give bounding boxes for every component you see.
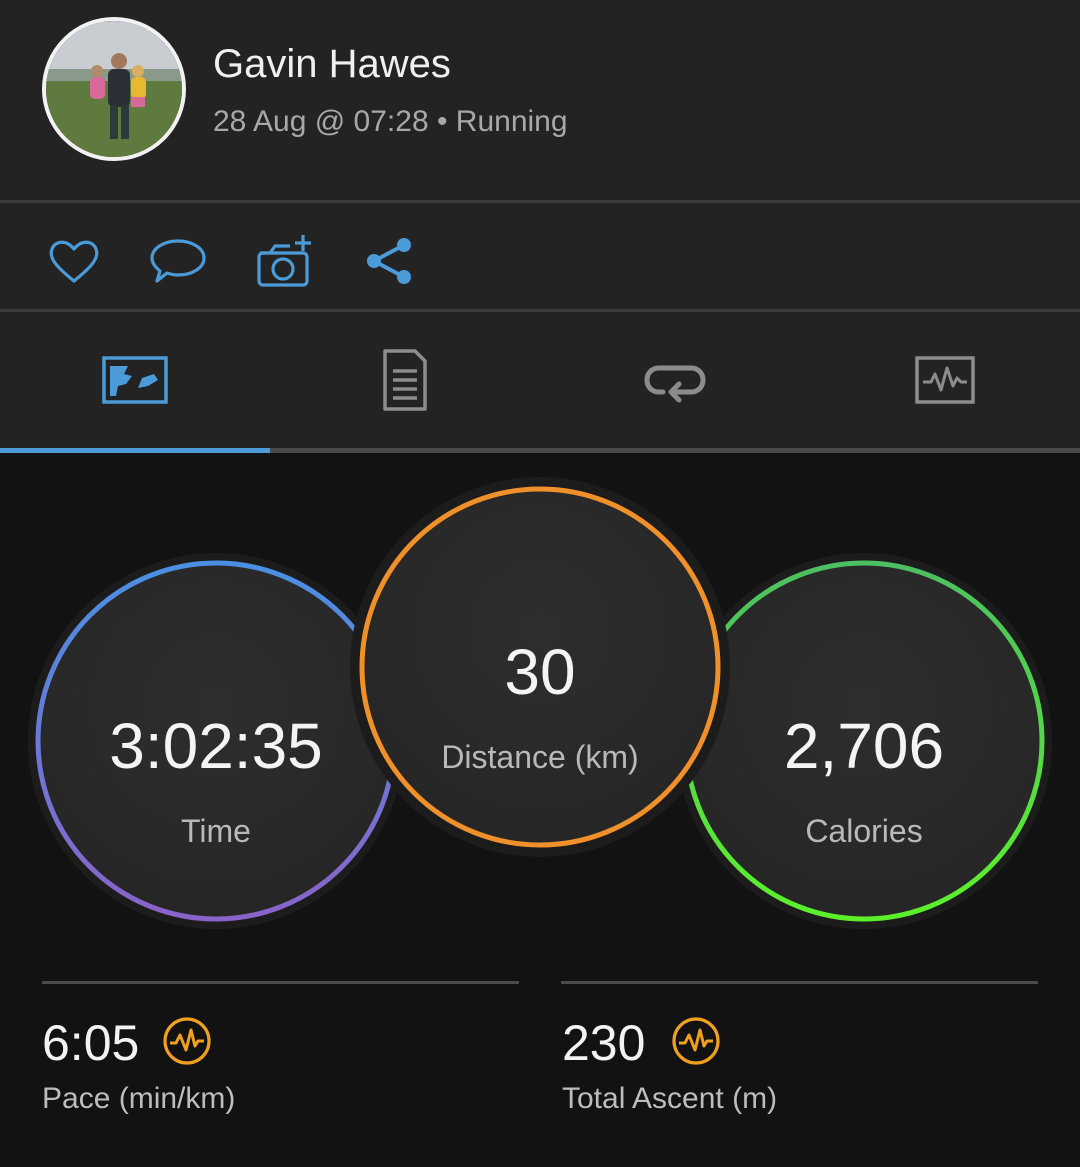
calories-value: 2,706 xyxy=(783,710,945,782)
pace-label: Pace (min/km) xyxy=(42,1082,236,1115)
time-label: Time xyxy=(181,813,251,849)
divider xyxy=(561,981,1038,984)
calories-label: Calories xyxy=(805,813,923,849)
distance-value: 30 xyxy=(504,636,576,708)
divider xyxy=(42,981,519,984)
ascent-value: 230 xyxy=(562,1015,646,1071)
performance-icon[interactable] xyxy=(671,1016,721,1066)
distance-stat: 30 Distance (km) xyxy=(362,489,718,845)
calories-stat: 2,706 Calories xyxy=(686,563,1042,919)
pace-value: 6:05 xyxy=(42,1015,140,1071)
time-stat: 3:02:35 Time xyxy=(38,563,394,919)
performance-icon[interactable] xyxy=(162,1016,212,1066)
ascent-label: Total Ascent (m) xyxy=(562,1082,778,1115)
distance-label: Distance (km) xyxy=(441,739,639,775)
time-value: 3:02:35 xyxy=(109,710,323,782)
